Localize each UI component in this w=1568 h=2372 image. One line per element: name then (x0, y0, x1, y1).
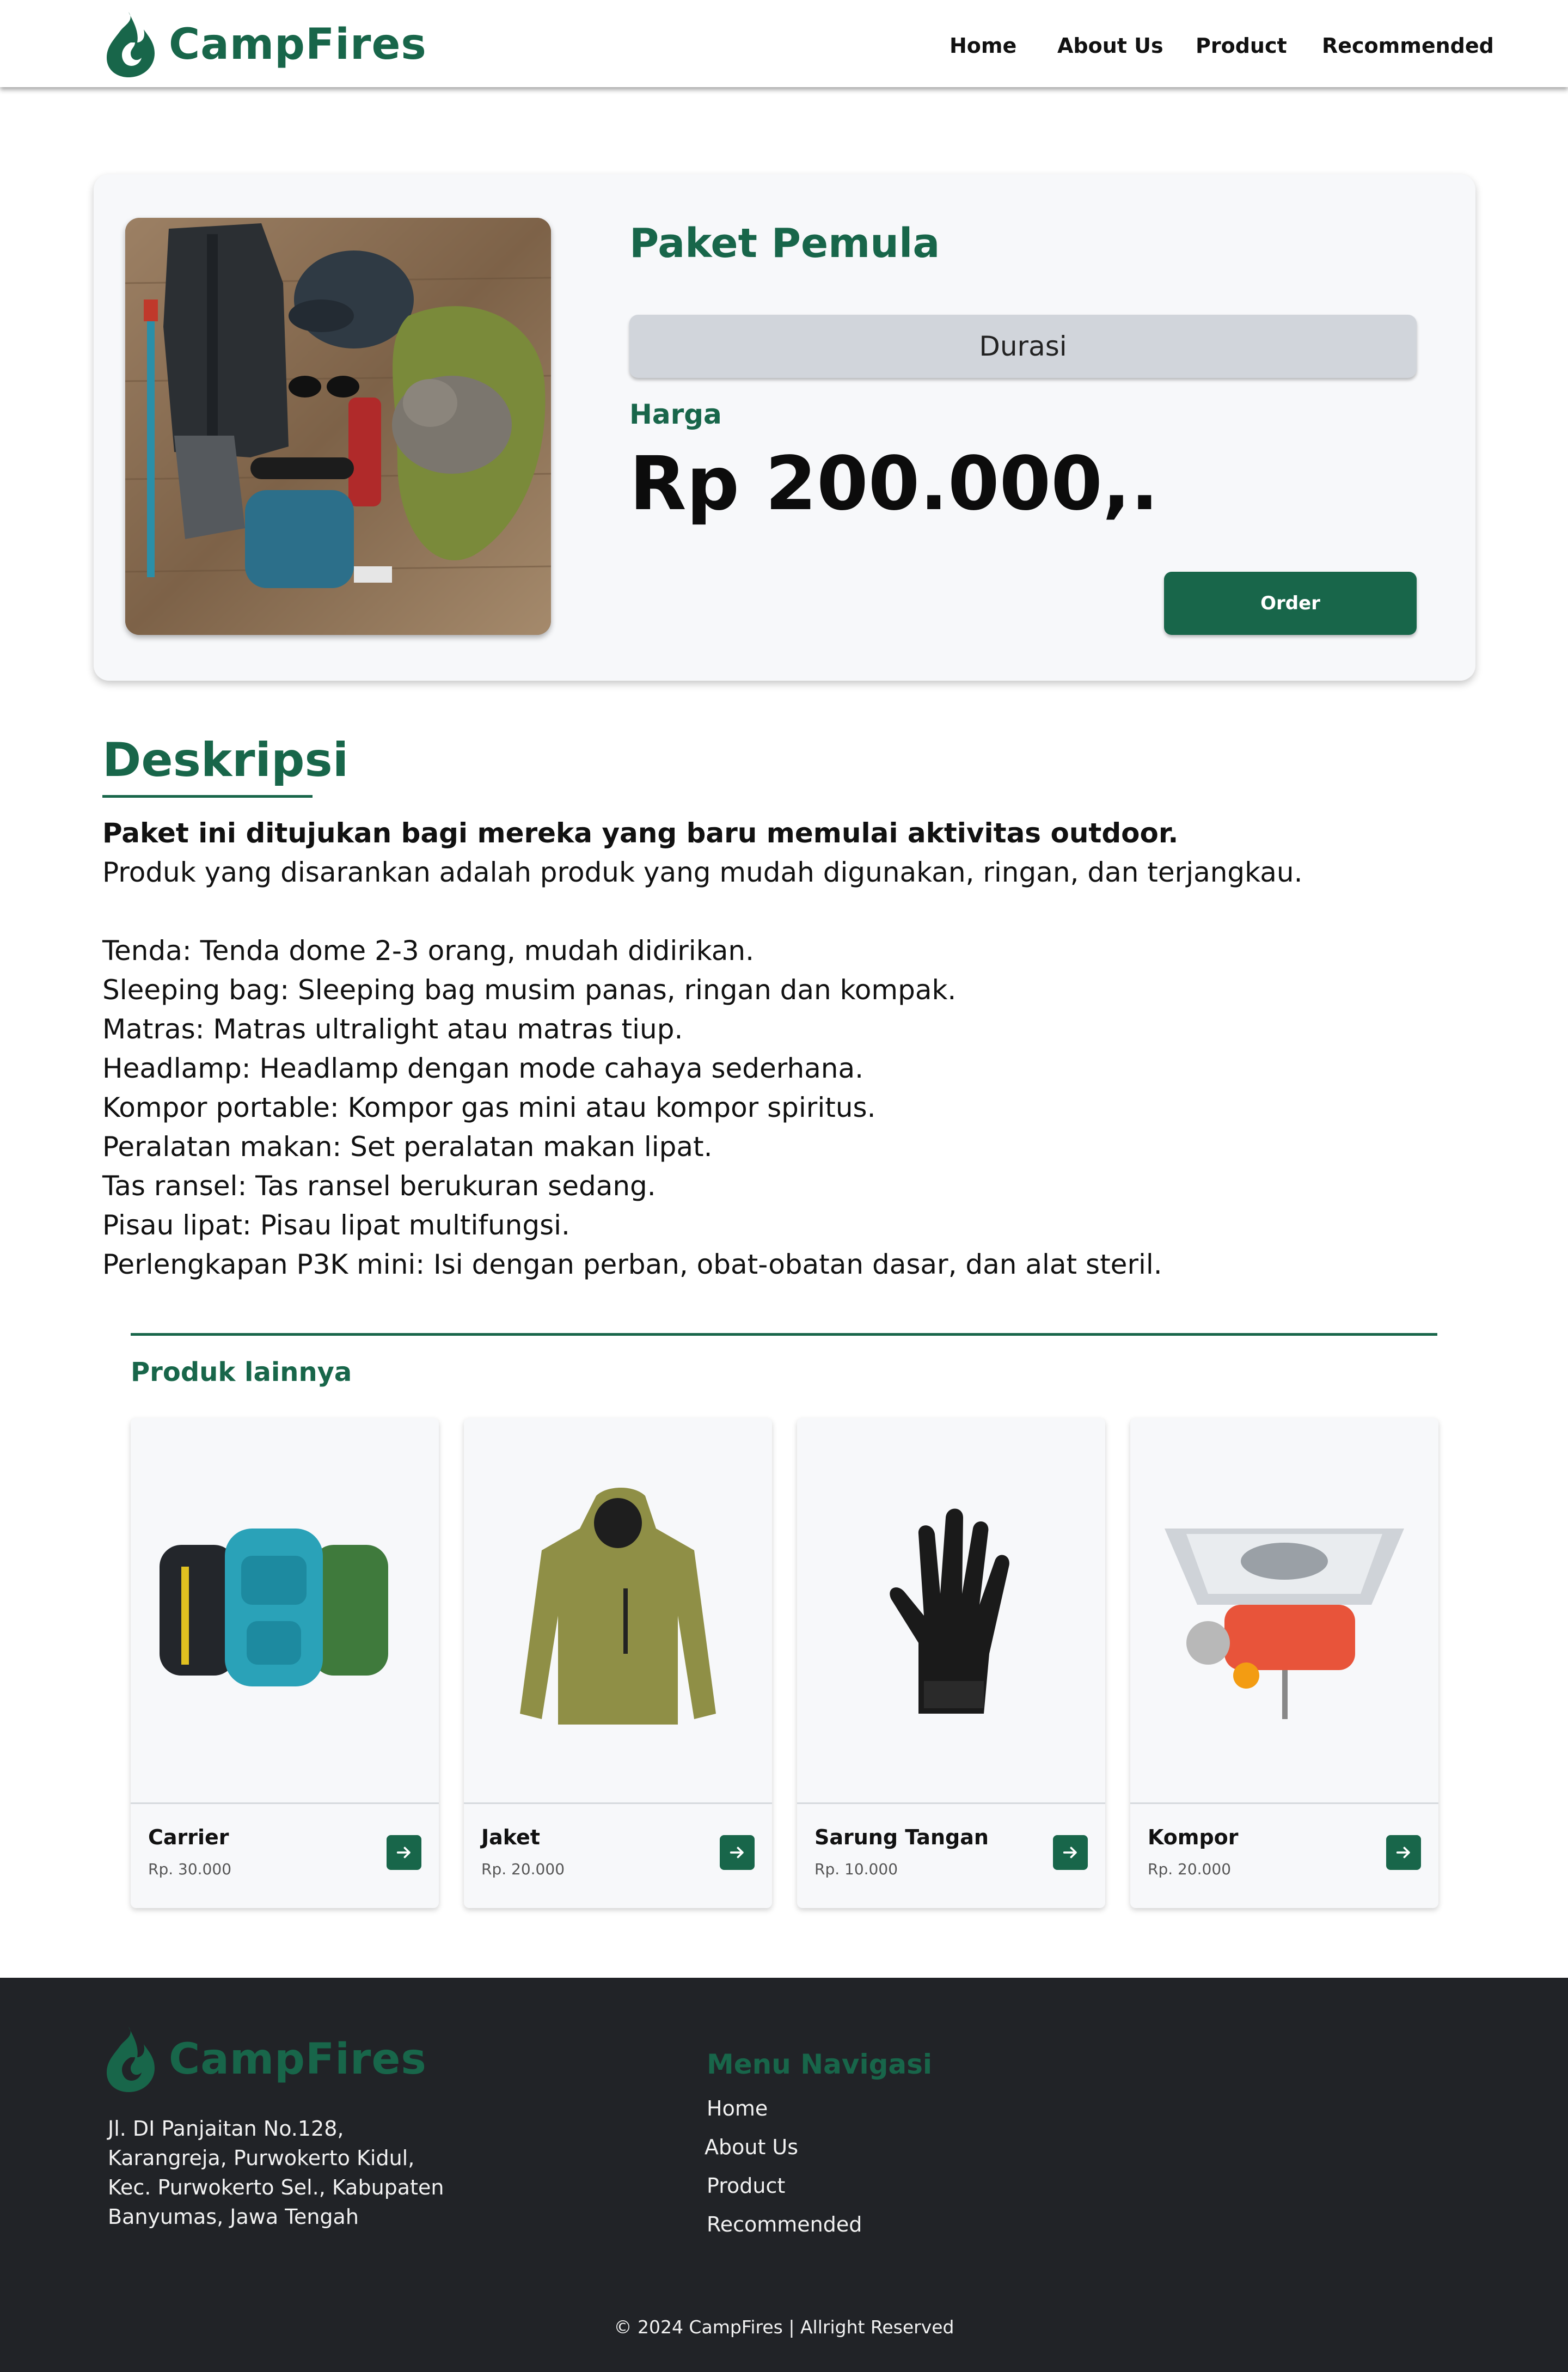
address-line: Jl. DI Panjaitan No.128, (108, 2117, 344, 2141)
description-body: Paket ini ditujukan bagi mereka yang bar… (102, 814, 1463, 1284)
description-intro: Produk yang disarankan adalah produk yan… (102, 857, 1303, 888)
nav-home[interactable]: Home (950, 34, 1016, 58)
duration-select[interactable]: Durasi (629, 315, 1417, 378)
card-separator (797, 1802, 1105, 1804)
nav-recommended[interactable]: Recommended (1322, 34, 1494, 58)
product-image (464, 1418, 772, 1802)
footer-logo[interactable]: CampFires (96, 2025, 427, 2094)
view-product-button[interactable] (1386, 1835, 1421, 1870)
footer-link-about-us[interactable]: About Us (705, 2135, 798, 2159)
product-name: Kompor (1148, 1825, 1239, 1849)
product-image (1130, 1418, 1438, 1802)
price-value: Rp 200.000,. (629, 441, 1159, 527)
product-price: Rp. 20.000 (1148, 1860, 1232, 1878)
nav-product[interactable]: Product (1196, 34, 1287, 58)
footer-address: Jl. DI Panjaitan No.128, Karangreja, Pur… (108, 2114, 444, 2232)
other-products-heading: Produk lainnya (131, 1357, 352, 1387)
card-separator (131, 1802, 439, 1804)
description-heading: Deskripsi (102, 733, 349, 787)
product-card-sarung-tangan[interactable]: Sarung Tangan Rp. 10.000 (797, 1418, 1105, 1908)
product-price: Rp. 30.000 (148, 1860, 232, 1878)
product-card-jaket[interactable]: Jaket Rp. 20.000 (464, 1418, 772, 1908)
description-item: Matras: Matras ultralight atau matras ti… (102, 1013, 683, 1045)
product-photo (125, 218, 551, 635)
product-image (797, 1418, 1105, 1802)
view-product-button[interactable] (720, 1835, 755, 1870)
footer-brand-name: CampFires (169, 2035, 427, 2084)
price-label: Harga (629, 399, 722, 430)
footer-link-home[interactable]: Home (707, 2096, 768, 2120)
arrow-right-icon (1063, 1847, 1077, 1859)
product-image (131, 1418, 439, 1802)
description-item: Tas ransel: Tas ransel berukuran sedang. (102, 1170, 656, 1202)
product-name: Jaket (481, 1825, 540, 1849)
description-item: Tenda: Tenda dome 2-3 orang, mudah didir… (102, 935, 754, 967)
product-card-kompor[interactable]: Kompor Rp. 20.000 (1130, 1418, 1438, 1908)
glove-icon (890, 1508, 1009, 1714)
footer-link-recommended[interactable]: Recommended (707, 2212, 862, 2236)
flame-logo-icon (107, 2027, 155, 2092)
arrow-right-icon (730, 1847, 744, 1859)
view-product-button[interactable] (387, 1835, 421, 1870)
camping-gear-flatlay-photo (125, 218, 551, 635)
duration-label: Durasi (979, 331, 1067, 362)
description-item: Kompor portable: Kompor gas mini atau ko… (102, 1092, 876, 1123)
arrow-right-icon (396, 1847, 411, 1859)
section-divider (131, 1333, 1437, 1336)
brand-name: CampFires (169, 20, 427, 69)
product-title: Paket Pemula (629, 220, 940, 267)
product-name: Sarung Tangan (814, 1825, 989, 1849)
product-name: Carrier (148, 1825, 229, 1849)
product-price: Rp. 10.000 (814, 1860, 898, 1878)
address-line: Kec. Purwokerto Sel., Kabupaten (108, 2175, 444, 2199)
description-item: Sleeping bag: Sleeping bag musim panas, … (102, 974, 957, 1006)
card-separator (1130, 1802, 1438, 1804)
description-item: Peralatan makan: Set peralatan makan lip… (102, 1131, 713, 1163)
jacket-icon (520, 1488, 716, 1725)
order-button[interactable]: Order (1164, 572, 1417, 635)
product-price: Rp. 20.000 (481, 1860, 565, 1878)
nav-about-us[interactable]: About Us (1057, 34, 1163, 58)
stove-icon (1165, 1529, 1404, 1719)
address-line: Karangreja, Purwokerto Kidul, (108, 2146, 415, 2170)
flame-logo-icon (107, 12, 155, 77)
description-item: Perlengkapan P3K mini: Isi dengan perban… (102, 1249, 1162, 1280)
description-underline (102, 795, 313, 798)
footer-menu-heading: Menu Navigasi (707, 2049, 933, 2080)
description-item: Headlamp: Headlamp dengan mode cahaya se… (102, 1053, 864, 1084)
arrow-right-icon (1396, 1847, 1410, 1859)
footer-link-product[interactable]: Product (707, 2174, 785, 2198)
product-card-carrier[interactable]: Carrier Rp. 30.000 (131, 1418, 439, 1908)
card-separator (464, 1802, 772, 1804)
description-intro-bold: Paket ini ditujukan bagi mereka yang bar… (102, 817, 1179, 849)
view-product-button[interactable] (1053, 1835, 1088, 1870)
description-item: Pisau lipat: Pisau lipat multifungsi. (102, 1209, 570, 1241)
copyright-text: © 2024 CampFires | Allright Reserved (614, 2316, 954, 2338)
backpack-icon (160, 1529, 388, 1686)
brand-logo[interactable]: CampFires (96, 10, 427, 80)
site-header: CampFires Home About Us Product Recommen… (0, 0, 1568, 87)
address-line: Banyumas, Jawa Tengah (108, 2205, 359, 2229)
